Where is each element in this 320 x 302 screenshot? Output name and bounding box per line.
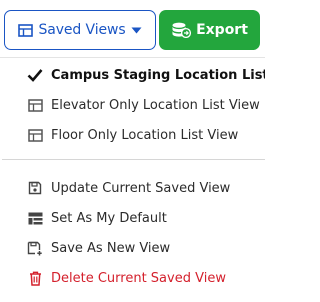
saved-views-button[interactable]: Saved Views [4, 10, 156, 50]
table-view-icon [18, 23, 34, 37]
check-icon [26, 66, 44, 84]
set-as-default-item[interactable]: Set As My Default [0, 203, 265, 233]
database-export-icon [171, 22, 192, 38]
table-view-icon [26, 126, 44, 144]
default-table-icon [26, 209, 44, 227]
view-item-floor-only[interactable]: Floor Only Location List View [0, 120, 265, 150]
trash-icon [26, 269, 44, 287]
save-as-new-icon [26, 239, 44, 257]
table-view-icon [26, 96, 44, 114]
save-icon [26, 179, 44, 197]
view-item-elevator-only[interactable]: Elevator Only Location List View [0, 90, 265, 120]
export-label: Export [196, 22, 248, 38]
saved-views-label: Saved Views [38, 22, 126, 38]
export-button[interactable]: Export [159, 10, 260, 50]
view-item-campus-staging[interactable]: Campus Staging Location List View [0, 60, 265, 90]
menu-action-label: Update Current Saved View [51, 180, 231, 196]
view-item-label: Elevator Only Location List View [51, 97, 260, 113]
menu-action-label: Save As New View [51, 240, 171, 256]
save-as-new-view-item[interactable]: Save As New View [0, 233, 265, 263]
view-item-label: Floor Only Location List View [51, 127, 239, 143]
view-item-label: Campus Staging Location List View [51, 67, 265, 83]
menu-divider [2, 159, 265, 160]
menu-action-label: Delete Current Saved View [51, 270, 226, 286]
caret-down-icon [131, 27, 142, 34]
saved-views-dropdown: Campus Staging Location List View Elevat… [0, 57, 265, 302]
update-current-saved-view-item[interactable]: Update Current Saved View [0, 173, 265, 203]
toolbar: Saved Views Export [0, 0, 265, 58]
menu-action-label: Set As My Default [51, 210, 167, 226]
delete-current-saved-view-item[interactable]: Delete Current Saved View [0, 263, 265, 293]
